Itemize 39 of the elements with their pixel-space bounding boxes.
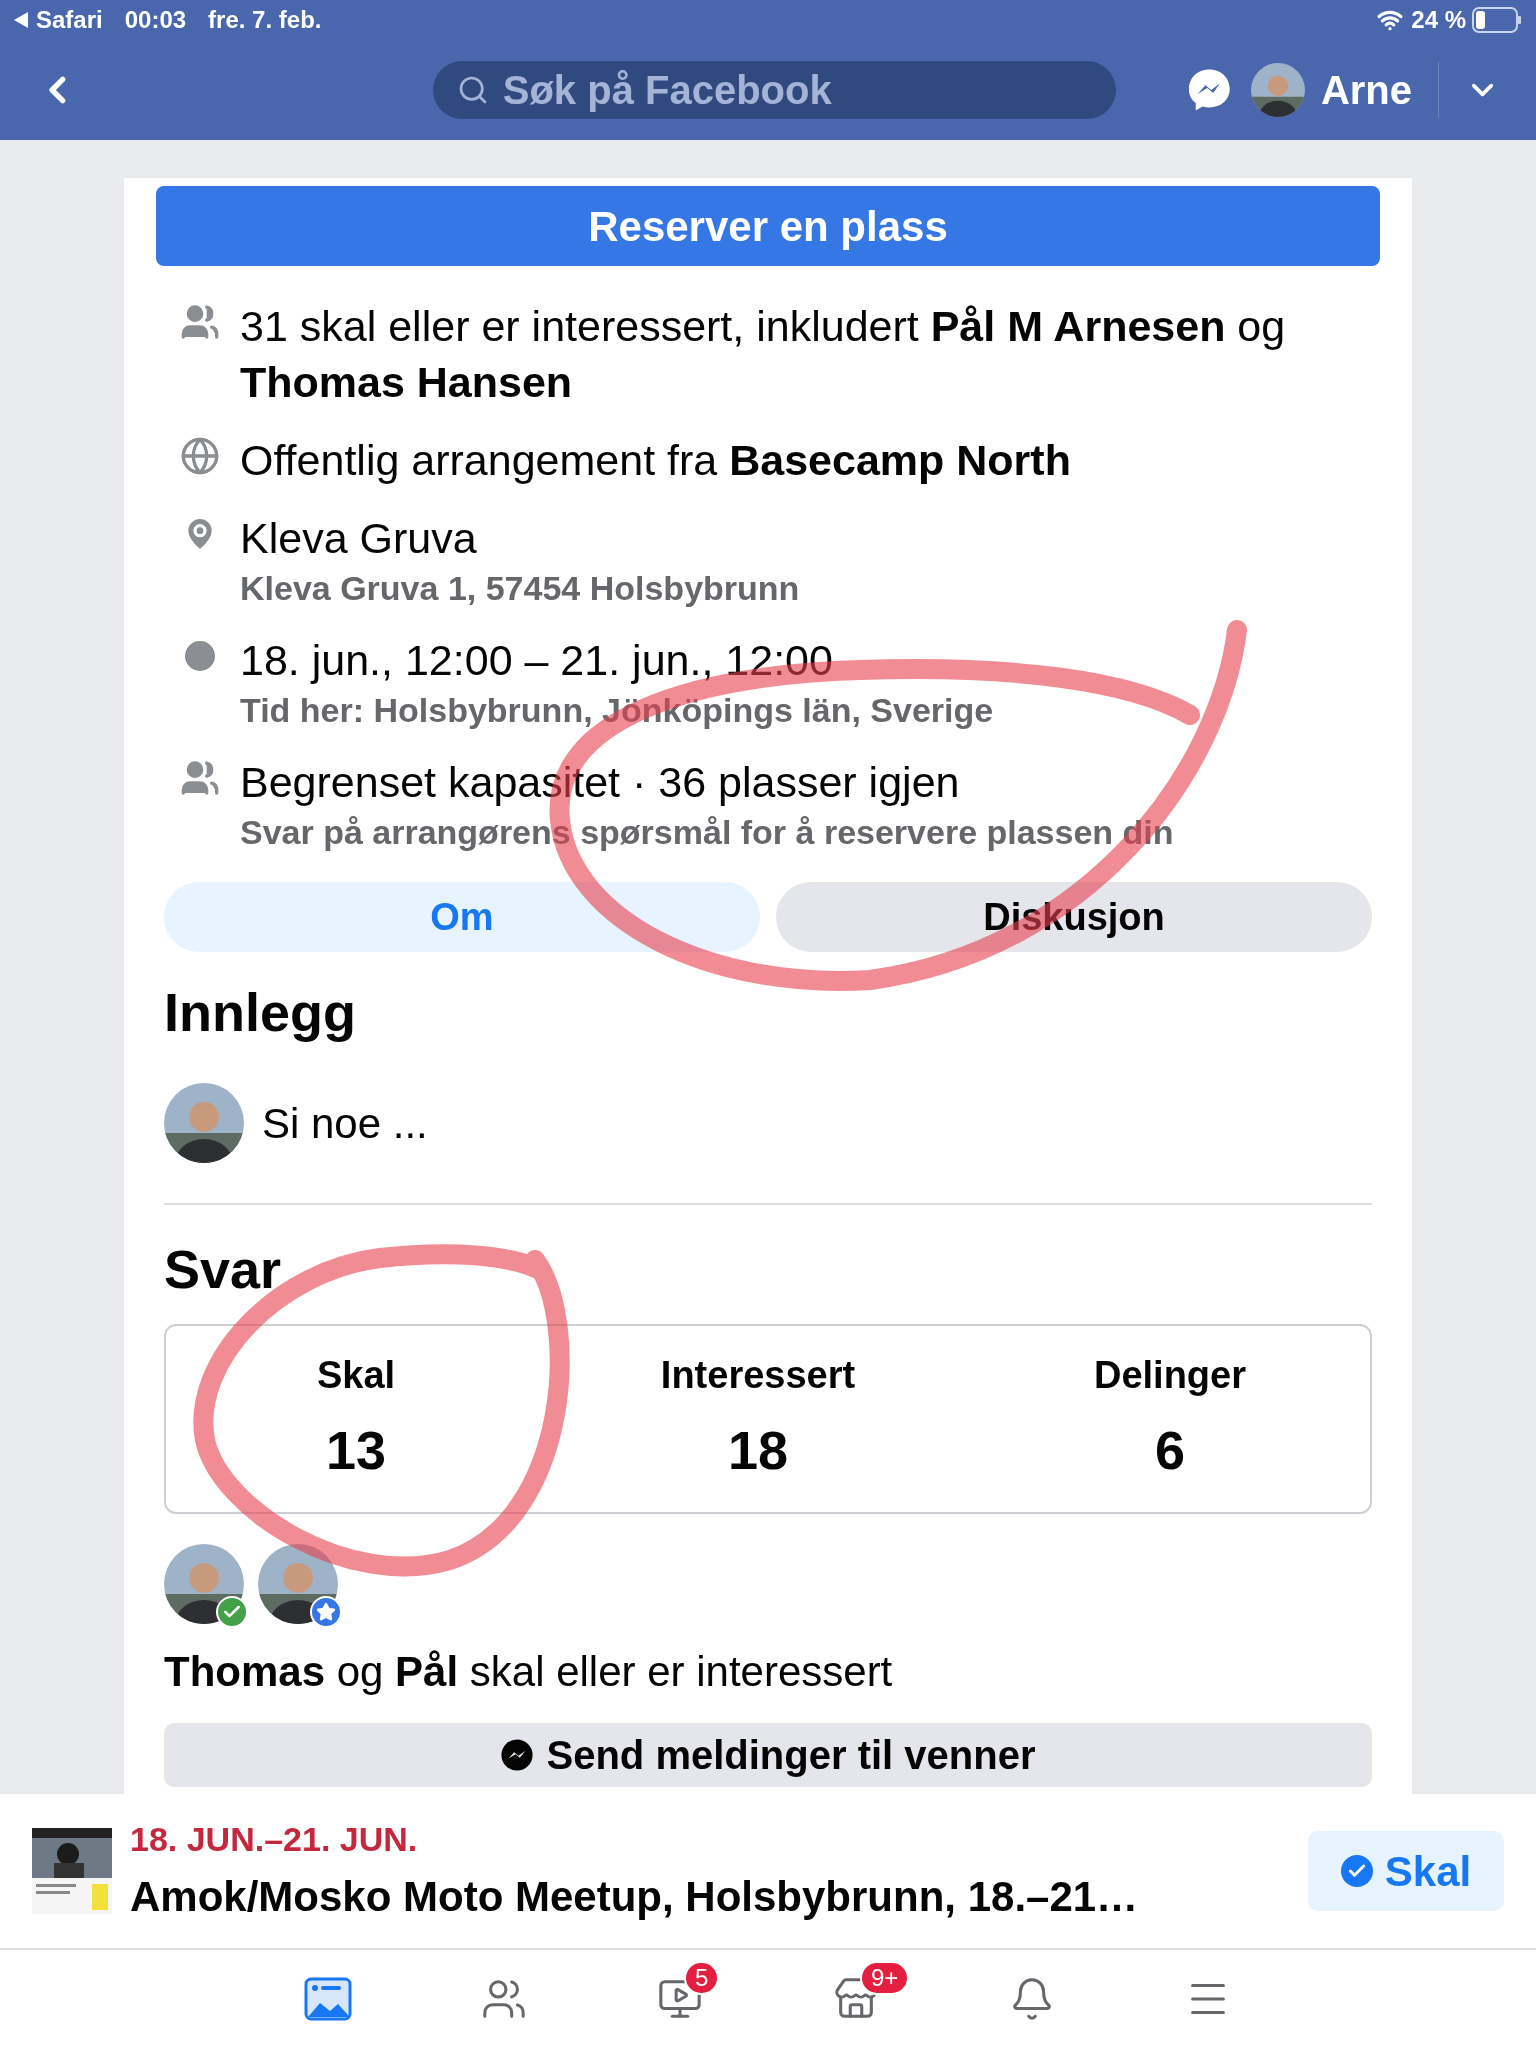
detail-text: Offentlig arrangement fra Basecamp North	[240, 435, 1071, 486]
friends-summary: Thomas og Pål skal eller er interessert	[164, 1647, 894, 1697]
people-icon	[180, 758, 220, 798]
section-tab[interactable]: Om	[164, 882, 760, 952]
user-avatar	[1250, 63, 1305, 117]
search-field[interactable]: Søk på Facebook	[432, 61, 1117, 119]
stat-label: Skal	[316, 1353, 396, 1398]
event-date: 18. JUN.–21. JUN.	[130, 1819, 419, 1860]
user-name[interactable]: Arne	[1320, 60, 1413, 120]
section-heading: Innlegg	[164, 981, 357, 1044]
composer-field[interactable]: Si noe ...	[262, 1091, 428, 1155]
status-time: 00:03	[124, 5, 187, 35]
status-date: fre. 7. feb.	[208, 5, 322, 35]
stat-count: 13	[325, 1419, 387, 1482]
section-heading: Svar	[164, 1238, 283, 1301]
stat-label: Interessert	[660, 1353, 856, 1398]
back-triangle-icon[interactable]	[14, 12, 28, 28]
people-icon	[180, 302, 220, 342]
event-title[interactable]: Amok/Mosko Moto Meetup, Holsbybrunn, 18.–21…	[130, 1865, 1308, 1928]
news-feed-icon[interactable]	[304, 1977, 352, 2021]
stat-label: Delinger	[1093, 1353, 1246, 1398]
reserve-button[interactable]: Reserver en plass	[156, 186, 1380, 266]
notification-badge: 9+	[860, 1961, 910, 1995]
send-messages-button[interactable]: Send meldinger til venner	[164, 1723, 1372, 1787]
messenger-icon	[500, 1738, 535, 1772]
battery-percent: 24 %	[1411, 5, 1466, 35]
detail-text: 18. jun., 12:00 – 21. jun., 12:00	[240, 635, 834, 686]
stat-count: 6	[1154, 1419, 1185, 1482]
globe-icon	[180, 436, 220, 476]
stat-count: 18	[727, 1419, 789, 1482]
battery-icon	[1472, 7, 1522, 33]
back-app-link[interactable]: Safari	[36, 2, 103, 38]
detail-text: 31 skal eller er interessert, inkludert Pål M Arnesen og Thomas Hansen	[240, 301, 1287, 408]
going-button[interactable]: Skal	[1308, 1831, 1504, 1911]
section-tab[interactable]: Diskusjon	[776, 882, 1372, 952]
detail-text: Kleva Gruva	[240, 513, 478, 564]
detail-text: Begrenset kapasitet · 36 plasser igjen	[240, 757, 961, 808]
detail-subtext: Kleva Gruva 1, 57454 Holsbybrunn	[240, 568, 800, 609]
notification-badge: 5	[684, 1961, 720, 1995]
